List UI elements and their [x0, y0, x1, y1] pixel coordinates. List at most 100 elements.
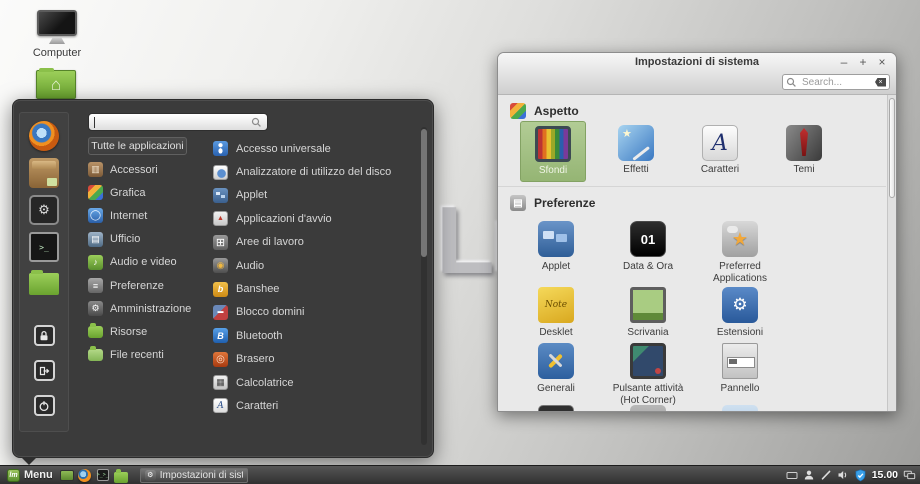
settings-item-temi[interactable]: Temi: [771, 121, 837, 180]
app-accesso-universale[interactable]: Accesso universale: [213, 137, 423, 160]
terminal-icon[interactable]: [29, 232, 59, 262]
settings-item-pannello[interactable]: Pannello: [694, 343, 786, 395]
settings-item-applet[interactable]: Applet: [510, 221, 602, 273]
app-bluetooth[interactable]: Bluetooth: [213, 324, 423, 347]
settings-window: Impostazioni di sistema – + × × Aspetto …: [497, 52, 897, 412]
menu-search-input[interactable]: [99, 116, 247, 129]
calculator-icon: [213, 375, 228, 390]
category-preferenze[interactable]: Preferenze: [88, 274, 210, 297]
clock[interactable]: 15.00: [872, 469, 898, 481]
grafica-icon: [88, 185, 103, 200]
clear-search-icon[interactable]: ×: [875, 78, 886, 87]
cutoff-icon-1: [538, 405, 574, 411]
logout-button[interactable]: [34, 360, 55, 381]
settings-item-preferred-applications[interactable]: Preferred Applications: [694, 221, 786, 285]
menu-categories: Accessori Grafica Internet Ufficio Audio…: [88, 158, 210, 367]
files-icon[interactable]: [29, 273, 59, 295]
search-icon: [251, 117, 262, 128]
audio-video-icon: [88, 255, 103, 270]
desktop-icon-home[interactable]: ⌂: [36, 70, 76, 99]
menu-button-label: Menu: [24, 469, 53, 481]
settings-item-caratteri[interactable]: Caratteri: [687, 121, 753, 180]
menu-applications: Accesso universale Analizzatore di utili…: [213, 137, 423, 418]
user-applet-icon[interactable]: [803, 469, 815, 481]
home-folder-icon: ⌂: [36, 70, 76, 99]
category-risorse[interactable]: Risorse: [88, 320, 210, 343]
settings-item-hot-corner[interactable]: Pulsante attività (Hot Corner): [602, 343, 694, 407]
settings-item-sfondi[interactable]: Sfondi: [520, 121, 586, 182]
system-settings-icon[interactable]: [29, 195, 59, 225]
settings-item-effetti[interactable]: Effetti: [603, 121, 669, 180]
app-applicazioni-avvio[interactable]: Applicazioni d'avvio: [213, 207, 423, 230]
menu-button[interactable]: lm Menu: [4, 467, 56, 484]
keyboard-tray-icon[interactable]: [786, 469, 798, 481]
settings-window-title: Impostazioni di sistema: [498, 56, 896, 68]
menu-search-box[interactable]: [88, 113, 268, 131]
show-desktop-button[interactable]: [60, 468, 74, 482]
app-analizzatore-disco[interactable]: Analizzatore di utilizzo del disco: [213, 160, 423, 183]
pannello-icon: [722, 343, 758, 379]
firefox-icon[interactable]: [29, 121, 59, 151]
menu-scrollbar[interactable]: [421, 127, 427, 445]
settings-item-generali[interactable]: Generali: [510, 343, 602, 395]
window-button-icon: [145, 470, 156, 481]
menu-scrollbar-thumb[interactable]: [421, 129, 427, 257]
internet-icon: [88, 208, 103, 223]
app-blocco-domini[interactable]: Blocco domini: [213, 301, 423, 324]
category-grafica[interactable]: Grafica: [88, 181, 210, 204]
settings-item-desklet[interactable]: Desklet: [510, 287, 602, 339]
settings-search-input[interactable]: [800, 76, 872, 89]
shutdown-button[interactable]: [34, 395, 55, 416]
app-calcolatrice[interactable]: Calcolatrice: [213, 371, 423, 394]
settings-scrollbar-thumb[interactable]: [889, 98, 895, 198]
settings-item-cutoff-1[interactable]: [510, 405, 602, 411]
settings-titlebar[interactable]: Impostazioni di sistema – + × ×: [498, 53, 896, 95]
category-ufficio[interactable]: Ufficio: [88, 228, 210, 251]
fonts-big-icon: [702, 125, 738, 161]
generali-icon: [538, 343, 574, 379]
search-icon: [786, 77, 797, 88]
pen-input-icon[interactable]: [820, 469, 832, 481]
all-applications-button[interactable]: Tutte le applicazioni: [88, 137, 187, 155]
terminal-launcher[interactable]: >_: [96, 468, 110, 482]
maximize-button[interactable]: +: [857, 55, 869, 69]
desktop-icon-computer[interactable]: Computer: [22, 10, 92, 59]
update-manager-shield-icon[interactable]: [854, 469, 867, 482]
volume-icon[interactable]: [837, 469, 849, 481]
app-caratteri[interactable]: Caratteri: [213, 394, 423, 417]
display-switcher-icon[interactable]: [903, 469, 916, 481]
hot-corner-icon: [630, 343, 666, 379]
app-brasero[interactable]: Brasero: [213, 348, 423, 371]
firefox-launcher[interactable]: [78, 468, 92, 482]
settings-item-cutoff-2[interactable]: [602, 405, 694, 411]
section-divider: [498, 186, 886, 187]
app-applet[interactable]: Applet: [213, 184, 423, 207]
app-aree-di-lavoro[interactable]: Aree di lavoro: [213, 231, 423, 254]
preferenze-icon: [88, 278, 103, 293]
category-internet[interactable]: Internet: [88, 204, 210, 227]
settings-item-cutoff-3[interactable]: [694, 405, 786, 411]
settings-item-data-ora[interactable]: Data & Ora: [602, 221, 694, 273]
category-accessori[interactable]: Accessori: [88, 158, 210, 181]
app-audio[interactable]: Audio: [213, 254, 423, 277]
computer-label: Computer: [33, 47, 81, 59]
category-amministrazione[interactable]: Amministrazione: [88, 297, 210, 320]
menu-sidebar: [19, 112, 69, 432]
category-audio-video[interactable]: Audio e video: [88, 251, 210, 274]
settings-scrollbar[interactable]: [887, 95, 896, 411]
category-file-recenti[interactable]: File recenti: [88, 344, 210, 367]
files-launcher[interactable]: [114, 468, 128, 482]
software-manager-icon[interactable]: [29, 158, 59, 188]
section-label: Aspetto: [534, 104, 579, 118]
section-label: Preferenze: [534, 196, 595, 210]
lock-screen-button[interactable]: [34, 325, 55, 346]
window-list-button[interactable]: Impostazioni di sist...: [140, 468, 248, 483]
minimize-button[interactable]: –: [838, 55, 850, 69]
settings-item-estensioni[interactable]: Estensioni: [694, 287, 786, 339]
settings-search-box[interactable]: ×: [782, 74, 890, 90]
settings-item-scrivania[interactable]: Scrivania: [602, 287, 694, 339]
lock-icon: [38, 330, 50, 342]
close-button[interactable]: ×: [876, 55, 888, 69]
app-banshee[interactable]: Banshee: [213, 277, 423, 300]
ufficio-icon: [88, 232, 103, 247]
